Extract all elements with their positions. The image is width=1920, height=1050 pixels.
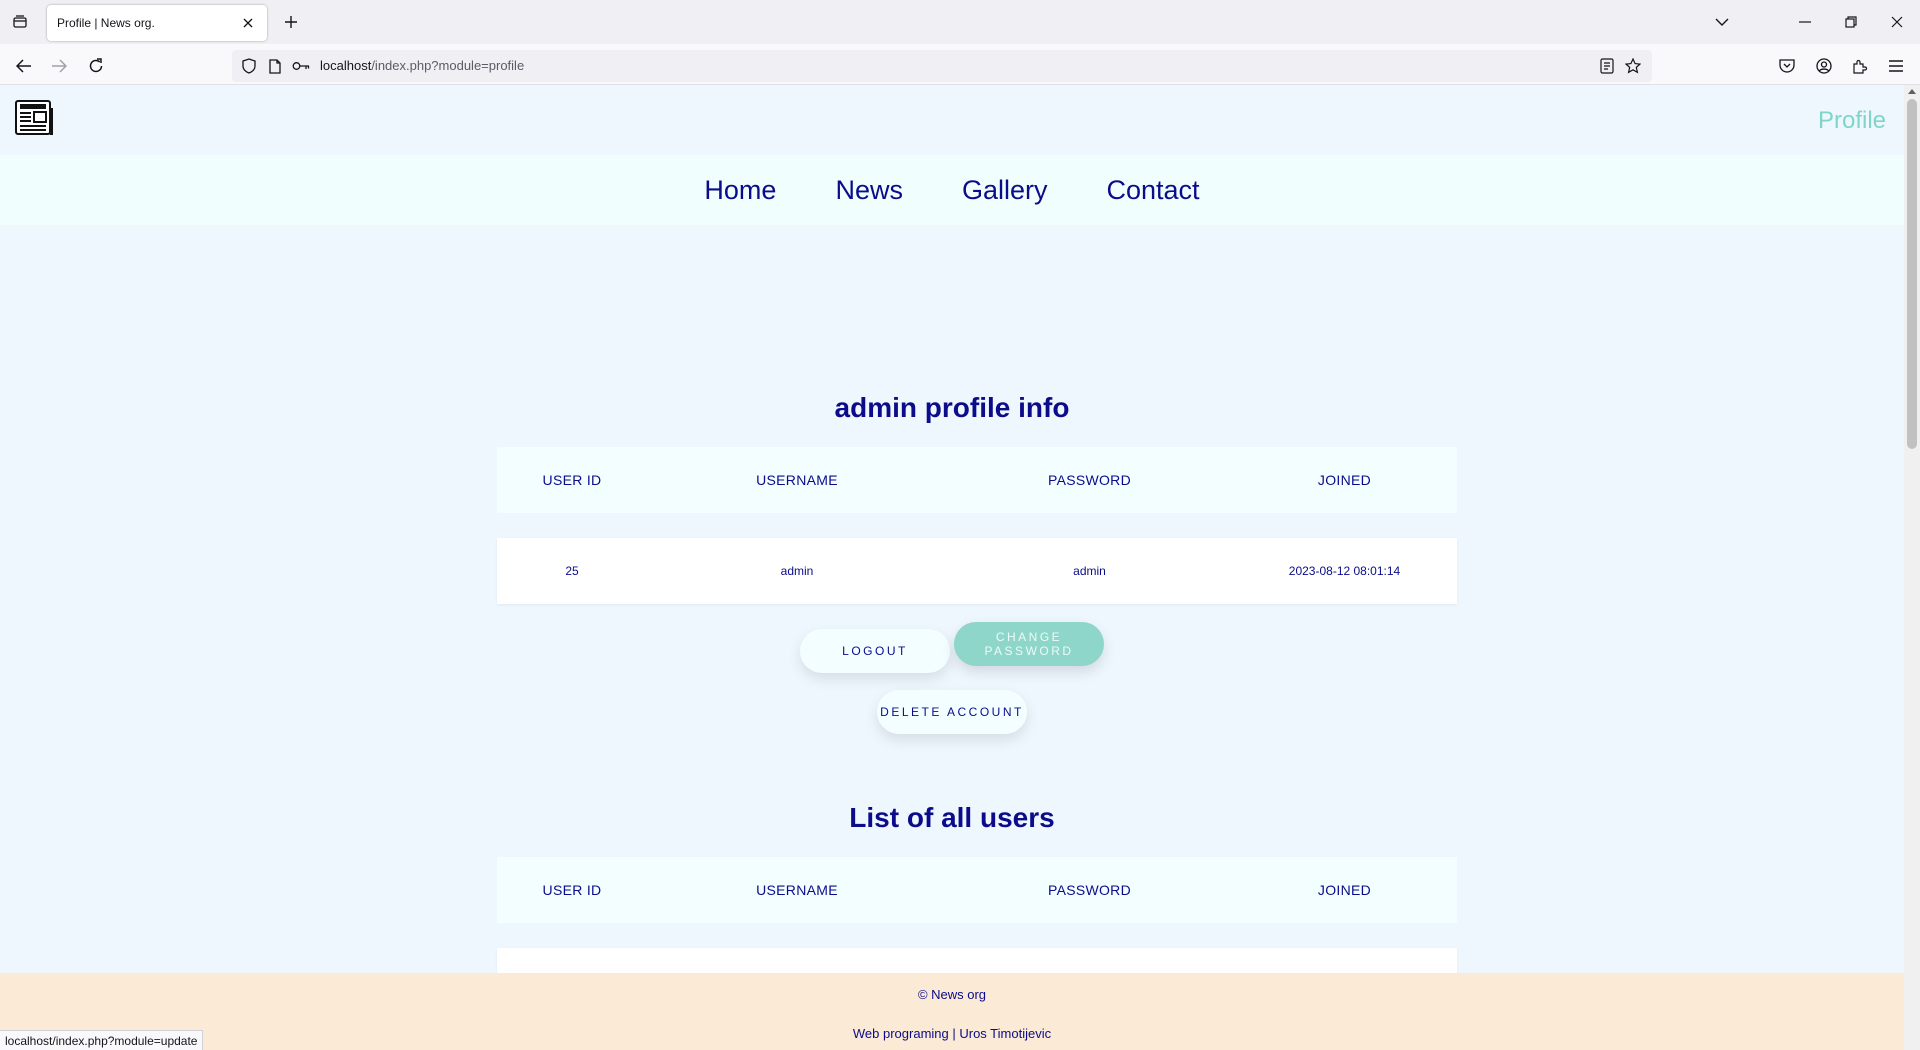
address-bar[interactable]: localhost/index.php?module=profile [232,50,1652,82]
profile-table-row: 25 admin admin 2023-08-12 08:01:14 [497,538,1457,604]
tab-overflow-chevron-icon[interactable] [1707,8,1737,36]
column-header-joined: JOINED [1317,882,1372,898]
url-path: /index.php?module=profile [371,58,525,73]
cell-user-id: 25 [565,564,579,578]
restore-icon[interactable] [1836,8,1866,36]
profile-table-header: USER ID USERNAME PASSWORD JOINED [497,447,1457,513]
close-tab-icon[interactable] [239,14,257,32]
users-table-header: USER ID USERNAME PASSWORD JOINED [497,857,1457,923]
scroll-up-arrow-icon[interactable] [1907,87,1917,95]
new-tab-icon[interactable] [279,10,303,34]
column-header-username: USERNAME [756,472,838,488]
logout-button[interactable]: LOGOUT [800,629,950,673]
scrollbar-thumb[interactable] [1907,99,1917,449]
status-bar-url: localhost/index.php?module=update [0,1030,204,1050]
close-window-icon[interactable] [1882,8,1912,36]
delete-account-button[interactable]: DELETE ACCOUNT [877,690,1027,734]
column-header-user-id: USER ID [542,882,602,898]
tab-title: Profile | News org. [57,16,155,30]
column-header-user-id: USER ID [542,472,602,488]
site-header: Profile [0,85,1904,155]
url-host: localhost [320,58,372,73]
shield-icon[interactable] [240,57,258,75]
reload-icon[interactable] [82,52,110,80]
footer-copyright: © News org [917,987,987,1002]
pocket-icon[interactable] [1773,52,1801,80]
cell-password: admin [1073,564,1106,578]
site-footer: © News org Web programing | Uros Timotij… [0,973,1904,1050]
reader-view-icon[interactable] [1598,57,1616,75]
cell-joined: 2023-08-12 08:01:14 [1288,564,1401,578]
minimize-icon[interactable] [1790,8,1820,36]
profile-info-title: admin profile info [834,392,1070,423]
cell-username: admin [780,564,814,578]
newspaper-logo-icon[interactable] [14,99,54,139]
forward-arrow-icon[interactable] [45,52,73,80]
page-icon[interactable] [266,57,284,75]
nav-link-contact[interactable]: Contact [1107,175,1200,206]
nav-link-gallery[interactable]: Gallery [962,175,1048,206]
back-arrow-icon[interactable] [10,52,38,80]
profile-link[interactable]: Profile [1818,107,1886,135]
app-menu-icon[interactable] [1882,52,1910,80]
browser-tab-bar: Profile | News org. [0,0,1920,44]
nav-link-home[interactable]: Home [704,175,776,206]
column-header-joined: JOINED [1317,472,1372,488]
main-nav: Home News Gallery Contact [0,155,1904,225]
footer-credit: Web programing | Uros Timotijevic [852,1026,1052,1041]
users-list-title: List of all users [849,802,1055,833]
browser-tab[interactable]: Profile | News org. [47,5,267,41]
bookmark-star-icon[interactable] [1624,57,1642,75]
extensions-icon[interactable] [1846,52,1874,80]
url-text: localhost/index.php?module=profile [320,58,524,73]
nav-link-news[interactable]: News [835,175,903,206]
page-viewport: Profile Home News Gallery Contact admin … [0,85,1904,1050]
list-all-tabs-icon[interactable] [8,8,32,36]
column-header-password: PASSWORD [1047,882,1132,898]
page-scrollbar[interactable] [1904,85,1920,1050]
change-password-button[interactable]: CHANGE PASSWORD [954,622,1104,666]
key-icon[interactable] [292,57,310,75]
column-header-password: PASSWORD [1047,472,1132,488]
account-icon[interactable] [1810,52,1838,80]
browser-nav-bar: localhost/index.php?module=profile [0,44,1920,85]
column-header-username: USERNAME [756,882,838,898]
